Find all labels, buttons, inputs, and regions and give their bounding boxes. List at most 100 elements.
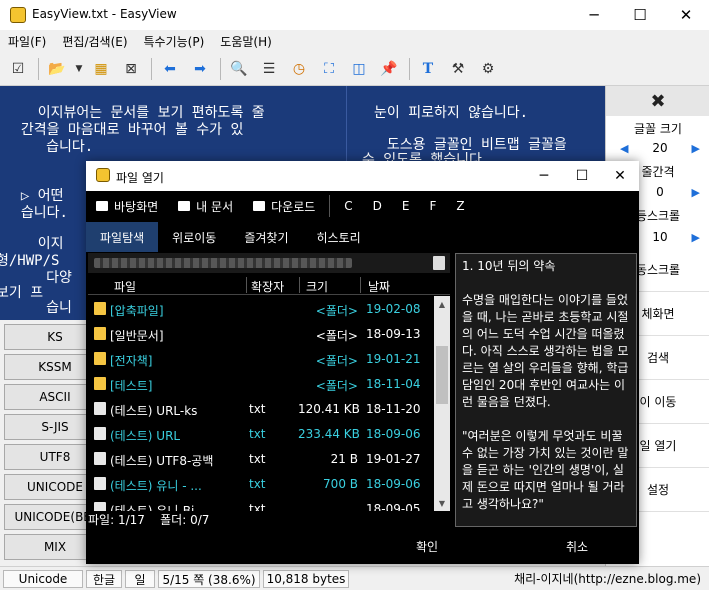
scroll-value: 10	[652, 230, 668, 244]
text-file-icon	[94, 452, 106, 465]
column-file[interactable]: 파일	[114, 278, 136, 295]
drive-d[interactable]: D	[363, 199, 392, 213]
location-downloads[interactable]: 다운로드	[243, 191, 325, 221]
list-icon[interactable]: ☰	[255, 56, 283, 82]
column-ext[interactable]: 확장자	[251, 278, 284, 295]
split-view-icon[interactable]: ◫	[345, 56, 373, 82]
decrease-icon[interactable]: ◀	[620, 142, 628, 155]
column-size[interactable]: 크기	[306, 278, 328, 295]
menu-bar: 파일(F) 편집/검색(E) 특수기능(P) 도움말(H)	[0, 30, 709, 52]
drive-e[interactable]: E	[392, 199, 420, 213]
file-name: (테스트) URL-ks	[110, 404, 198, 418]
preview-paragraph: 수명을 매입한다는 이야기를 들었을 때, 나는 곧바로 초등학교 시절의 어느…	[462, 293, 629, 409]
dialog-close-button[interactable]: ✕	[601, 161, 639, 191]
pin-icon[interactable]: 📌	[375, 56, 403, 82]
drive-f[interactable]: F	[420, 199, 447, 213]
font-icon[interactable]: T	[414, 56, 442, 82]
file-row[interactable]: (테스트) 유니 - ... txt 700 B 18-09-06	[88, 471, 434, 496]
increase-icon[interactable]: ▶	[692, 231, 700, 244]
location-separator	[329, 195, 331, 217]
file-date: 19-01-21	[366, 352, 421, 366]
bookmark-icon[interactable]: ▦	[87, 56, 115, 82]
status-mode: 일	[125, 570, 155, 588]
minimize-button[interactable]: ─	[571, 0, 617, 30]
file-row[interactable]: [압축파일] <폴더> 19-02-08	[88, 296, 434, 321]
menu-edit-search[interactable]: 편집/검색(E)	[54, 30, 135, 52]
preview-title: 1. 10년 뒤의 약속	[462, 259, 556, 273]
prev-arrow-icon[interactable]: ⬅	[156, 56, 184, 82]
path-bar[interactable]	[88, 253, 450, 273]
location-documents[interactable]: 내 문서	[168, 191, 243, 221]
doc-line: 습니다.	[4, 139, 94, 155]
file-size: <폴더>	[315, 329, 358, 343]
author-link[interactable]: 채리-이지네(http://ezne.blog.me)	[514, 570, 701, 587]
file-row[interactable]: (테스트) URL-ks txt 120.41 KB 18-11-20	[88, 396, 434, 421]
tab-go-up[interactable]: 위로이동	[158, 222, 230, 252]
increase-icon[interactable]: ▶	[692, 142, 700, 155]
next-arrow-icon[interactable]: ➡	[186, 56, 214, 82]
file-preview: 1. 10년 뒤의 약속 수명을 매입한다는 이야기를 들었을 때, 나는 곧바…	[455, 253, 637, 527]
scroll-thumb[interactable]	[436, 346, 448, 404]
tools-icon[interactable]: ⚒	[444, 56, 472, 82]
close-doc-icon[interactable]: ⊠	[117, 56, 145, 82]
dialog-maximize-button[interactable]: ☐	[563, 161, 601, 191]
file-name: [테스트]	[110, 379, 153, 393]
drive-z[interactable]: Z	[446, 199, 474, 213]
search-icon[interactable]: 🔍	[225, 56, 253, 82]
toolbar-separator	[409, 57, 410, 80]
tab-history[interactable]: 히스토리	[303, 222, 375, 252]
panel-close-button[interactable]: ✖	[606, 86, 709, 116]
file-size: 120.41 KB	[298, 402, 360, 416]
close-button[interactable]: ✕	[663, 0, 709, 30]
file-name: [전자책]	[110, 354, 153, 368]
file-list-scrollbar[interactable]: ▲ ▼	[434, 296, 450, 511]
clock-icon[interactable]: ◷	[285, 56, 313, 82]
dialog-minimize-button[interactable]: ─	[525, 161, 563, 191]
maximize-button[interactable]: ☐	[617, 0, 663, 30]
file-size: 233.44 KB	[298, 427, 360, 441]
tab-file-explorer[interactable]: 파일탐색	[86, 222, 159, 252]
settings-icon[interactable]: ⚙	[474, 56, 502, 82]
folder-icon	[94, 352, 106, 365]
file-row[interactable]: (테스트) 유니-Bi txt 18-09-05	[88, 496, 434, 511]
file-row[interactable]: (테스트) UTF8-공백 txt 21 B 19-01-27	[88, 446, 434, 471]
text-file-icon	[94, 402, 106, 415]
open-folder-icon[interactable]: 📂	[43, 56, 71, 82]
file-name: [일반문서]	[110, 329, 164, 343]
file-ext: txt	[249, 502, 266, 511]
checkbox-icon[interactable]: ☑	[4, 56, 32, 82]
menu-help[interactable]: 도움말(H)	[212, 30, 280, 52]
tab-favorites[interactable]: 즐겨찾기	[230, 222, 302, 252]
font-size-value: 20	[652, 141, 668, 155]
menu-file[interactable]: 파일(F)	[0, 30, 54, 52]
app-icon	[96, 168, 110, 182]
location-desktop[interactable]: 바탕화면	[86, 191, 168, 221]
file-list[interactable]: [압축파일] <폴더> 19-02-08 [일반문서] <폴더> 18-09-13 [전자책…	[88, 296, 434, 511]
path-text-redacted	[94, 258, 352, 268]
file-open-dialog: 파일 열기 ─ ☐ ✕ 바탕화면 내 문서 다운로드 C D E F Z 파일탐…	[86, 161, 639, 564]
toolbar-separator	[220, 57, 221, 80]
file-row[interactable]: [일반문서] <폴더> 18-09-13	[88, 321, 434, 346]
dropdown-arrow-icon[interactable]: ▼	[73, 56, 85, 82]
file-name: (테스트) 유니-Bi	[110, 504, 195, 511]
folder-icon	[178, 201, 191, 211]
scroll-up-icon[interactable]: ▲	[434, 296, 450, 312]
column-date[interactable]: 날짜	[368, 278, 390, 295]
increase-icon[interactable]: ▶	[692, 186, 700, 199]
file-row[interactable]: [테스트] <폴더> 18-11-04	[88, 371, 434, 396]
file-row[interactable]: [전자책] <폴더> 19-01-21	[88, 346, 434, 371]
menu-special[interactable]: 특수기능(P)	[136, 30, 213, 52]
file-size: 700 B	[323, 477, 358, 491]
text-file-icon	[94, 477, 106, 490]
copy-path-icon[interactable]	[433, 256, 445, 270]
cancel-button[interactable]: 취소	[532, 535, 622, 557]
scroll-down-icon[interactable]: ▼	[434, 495, 450, 511]
file-row[interactable]: (테스트) URL txt 233.44 KB 18-09-06	[88, 421, 434, 446]
title-bar: EasyView.txt - EasyView ─ ☐ ✕	[0, 0, 709, 30]
font-size-stepper[interactable]: ◀ 20 ▶	[620, 138, 700, 158]
file-name: (테스트) 유니 - ...	[110, 479, 202, 493]
status-bar: Unicode 한글 일 5/15 쪽 (38.6%) 10,818 bytes…	[0, 566, 709, 590]
drive-c[interactable]: C	[334, 199, 362, 213]
ok-button[interactable]: 확인	[382, 535, 472, 557]
fullscreen-icon[interactable]: ⛶	[315, 56, 343, 82]
